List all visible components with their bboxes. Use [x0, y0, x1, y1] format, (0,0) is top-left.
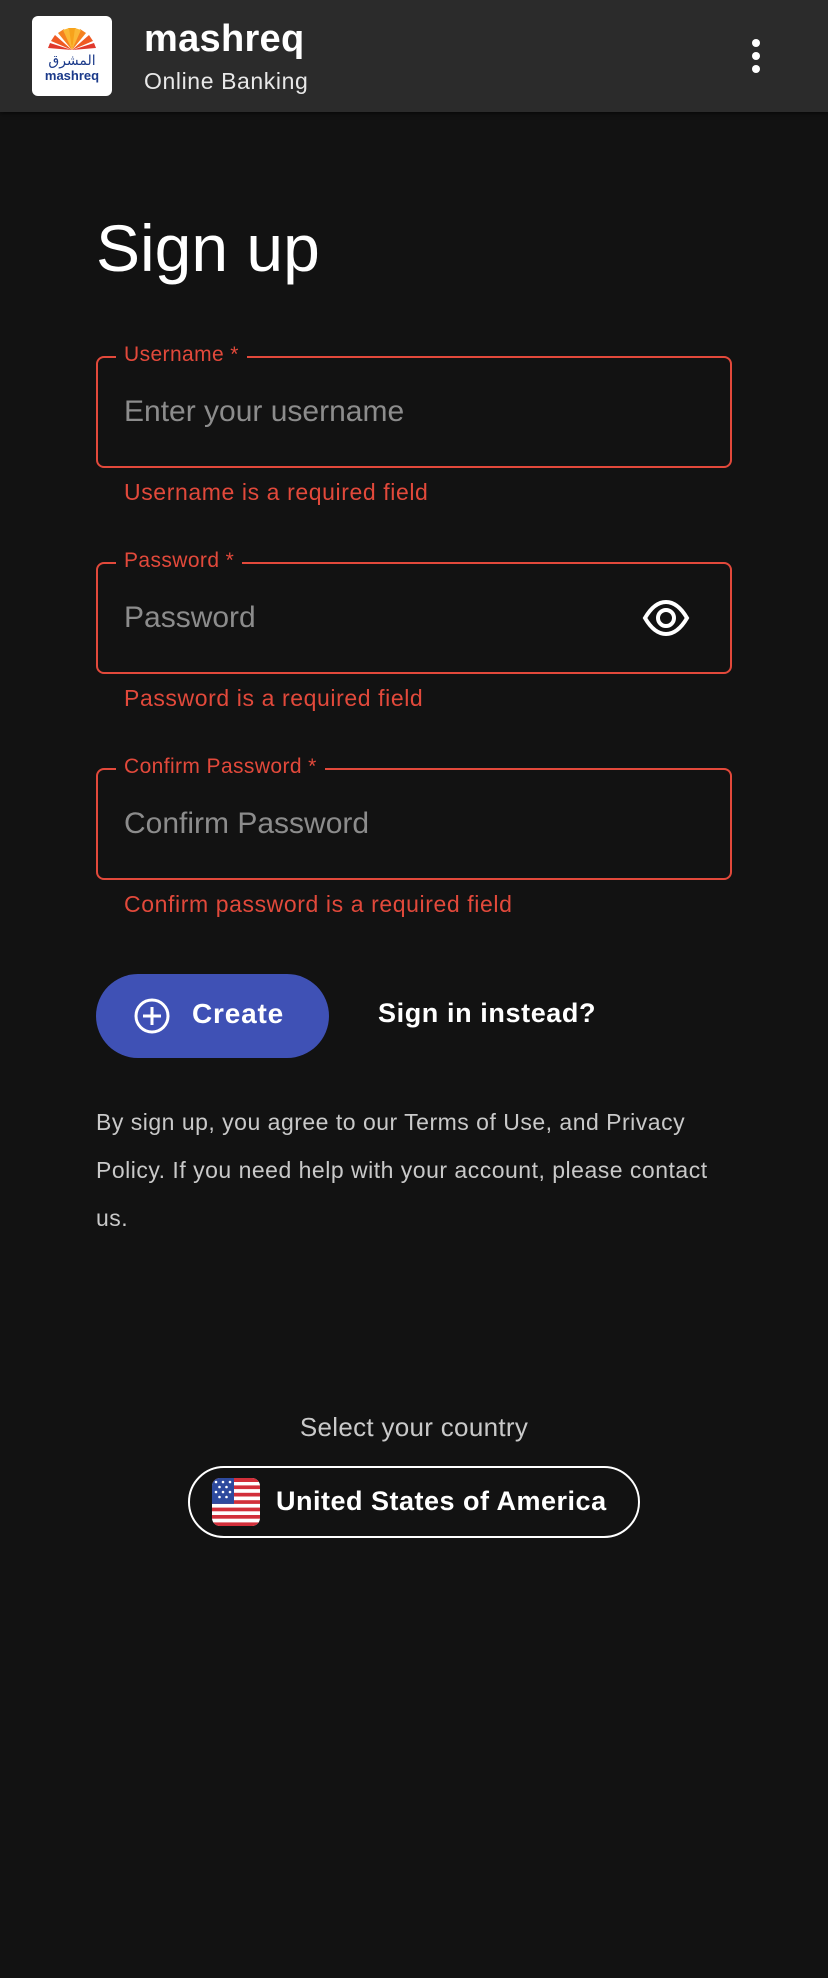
- confirm-password-input[interactable]: [124, 770, 644, 878]
- country-label: Select your country: [299, 1412, 529, 1442]
- more-vert-icon[interactable]: [736, 32, 776, 80]
- add-circle-icon: [134, 998, 170, 1034]
- brand-subtitle: Online Banking: [144, 68, 309, 94]
- logo-sunburst-icon: المشرق mashreq: [45, 28, 99, 83]
- app-bar: المشرق mashreq mashreq Online Banking: [0, 0, 828, 112]
- menu-dot: [752, 65, 760, 73]
- eye-icon[interactable]: [642, 596, 690, 640]
- create-button-label: Create: [192, 998, 284, 1029]
- menu-dot: [752, 52, 760, 60]
- password-field[interactable]: Password *: [96, 549, 732, 674]
- username-input[interactable]: [124, 358, 644, 466]
- svg-text:mashreq: mashreq: [45, 68, 99, 83]
- password-error: Password is a required field: [124, 685, 424, 711]
- page-title: Sign up: [96, 211, 320, 285]
- username-field[interactable]: Username *: [96, 343, 732, 468]
- password-input[interactable]: [124, 564, 644, 672]
- svg-text:المشرق: المشرق: [48, 53, 95, 69]
- terms-text: By sign up, you agree to our Terms of Us…: [96, 1109, 708, 1231]
- menu-dot: [752, 39, 760, 47]
- selected-country: United States of America: [276, 1486, 607, 1516]
- country-selector-button[interactable]: United States of America: [188, 1466, 640, 1538]
- confirm-password-error: Confirm password is a required field: [124, 891, 513, 917]
- create-button[interactable]: Create: [96, 974, 329, 1058]
- brand-name: mashreq: [144, 18, 305, 60]
- confirm-password-field[interactable]: Confirm Password *: [96, 755, 732, 880]
- sign-in-link[interactable]: Sign in instead?: [378, 998, 596, 1029]
- mashreq-logo[interactable]: المشرق mashreq: [32, 16, 112, 96]
- username-error: Username is a required field: [124, 479, 429, 505]
- us-flag-icon: [212, 1478, 260, 1526]
